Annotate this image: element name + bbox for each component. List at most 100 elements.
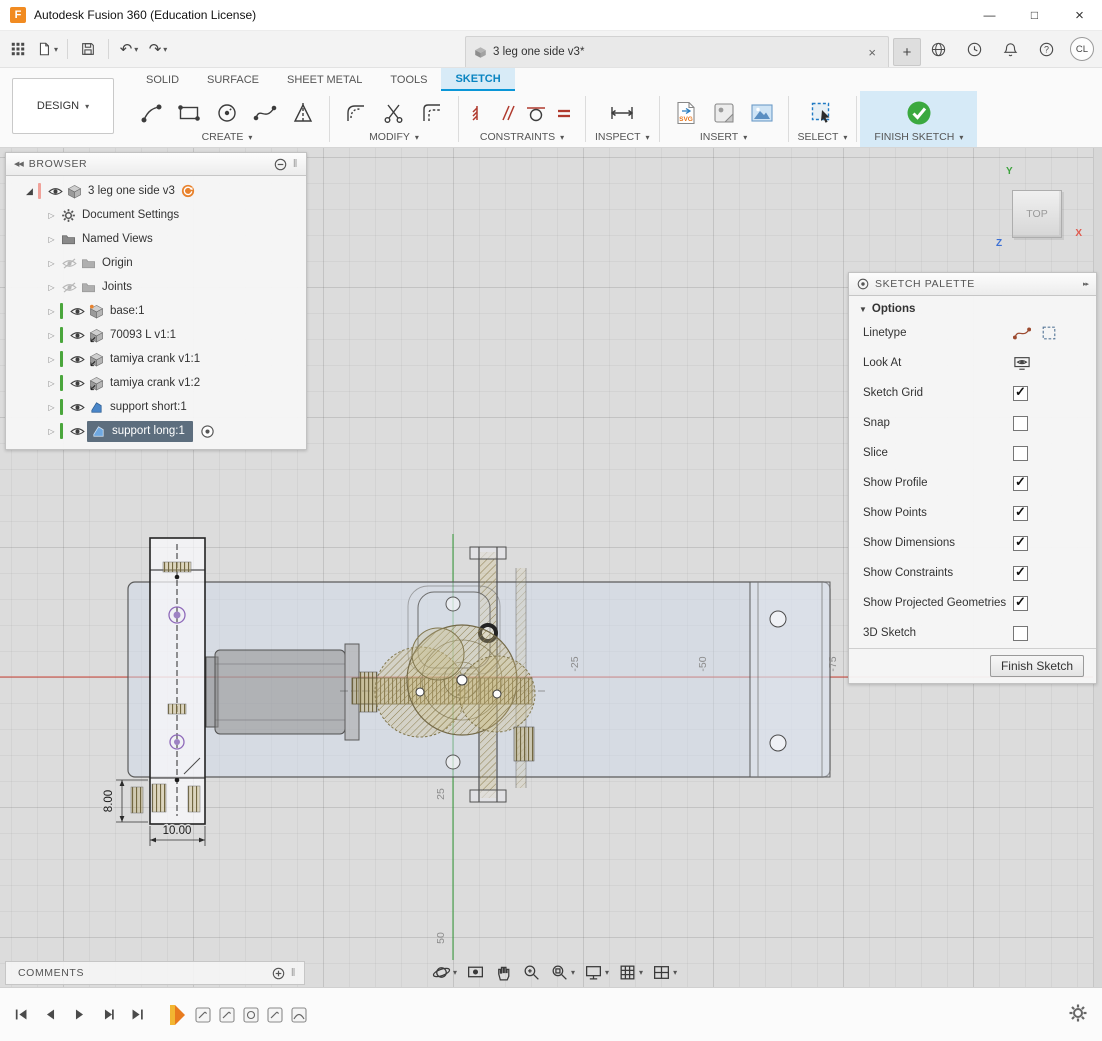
app-grid-menu-icon[interactable] xyxy=(6,36,30,62)
step-forward-icon[interactable] xyxy=(97,1004,119,1026)
expand-arrow-icon[interactable]: ▷ xyxy=(44,427,59,436)
insert-menu[interactable]: INSERT▾ xyxy=(700,131,747,145)
expand-arrow-icon[interactable]: ▷ xyxy=(44,331,59,340)
user-avatar[interactable]: CL xyxy=(1070,37,1094,61)
document-tab[interactable]: 3 leg one side v3* × xyxy=(465,36,889,67)
minimize-button[interactable]: — xyxy=(967,0,1012,30)
show-projected-geometries-checkbox[interactable] xyxy=(1013,596,1028,611)
inspect-menu[interactable]: INSPECT▾ xyxy=(595,131,650,145)
eye-icon[interactable] xyxy=(67,354,87,365)
orbit-icon[interactable]: ▾ xyxy=(432,963,457,982)
file-menu-icon[interactable]: ▾ xyxy=(35,36,59,62)
expand-arrow-icon[interactable]: ▷ xyxy=(44,259,59,268)
linetype-construction-icon[interactable] xyxy=(1041,325,1057,341)
create-line-tool-icon[interactable] xyxy=(134,96,168,130)
browser-item-joints[interactable]: ▷ Joints xyxy=(6,275,306,299)
extensions-globe-icon[interactable] xyxy=(926,36,950,62)
options-section-header[interactable]: ▼ Options xyxy=(849,296,1096,318)
eye-icon[interactable] xyxy=(67,378,87,389)
expand-arrow-icon[interactable]: ▷ xyxy=(44,235,59,244)
finish-sketch-button[interactable]: Finish Sketch xyxy=(990,655,1084,677)
browser-item-base[interactable]: ▷ base:1 xyxy=(6,299,306,323)
model-canvas[interactable]: 8.00 10.00 -25 -50 -75 25 50 Y xyxy=(0,148,1102,987)
slice-checkbox[interactable] xyxy=(1013,446,1028,461)
browser-header[interactable]: ◀◀ BROWSER ‖ xyxy=(6,153,306,176)
expand-arrow-icon[interactable]: ▷ xyxy=(44,283,59,292)
create-spline-tool-icon[interactable] xyxy=(248,96,282,130)
constraint-equal-icon[interactable] xyxy=(552,96,576,130)
create-circle-tool-icon[interactable] xyxy=(210,96,244,130)
constraint-tangent-icon[interactable] xyxy=(524,96,548,130)
select-menu[interactable]: SELECT▾ xyxy=(798,131,848,145)
play-icon[interactable] xyxy=(68,1004,90,1026)
maximize-button[interactable]: □ xyxy=(1012,0,1057,30)
create-rectangle-tool-icon[interactable] xyxy=(172,96,206,130)
go-to-end-icon[interactable] xyxy=(126,1004,148,1026)
browser-item-origin[interactable]: ▷ Origin xyxy=(6,251,306,275)
finish-sketch-check-icon[interactable] xyxy=(902,96,936,130)
timeline-feature-sketch-icon[interactable] xyxy=(218,1006,236,1024)
collapse-left-icon[interactable]: ◀◀ xyxy=(14,160,23,168)
show-dimensions-checkbox[interactable] xyxy=(1013,536,1028,551)
modify-menu[interactable]: MODIFY▾ xyxy=(369,131,419,145)
create-menu[interactable]: CREATE▾ xyxy=(202,131,253,145)
sync-status-badge-icon[interactable] xyxy=(181,184,195,198)
circle-plus-icon[interactable] xyxy=(272,967,285,980)
tab-close-icon[interactable]: × xyxy=(864,45,880,60)
constraint-parallel-icon[interactable] xyxy=(496,96,520,130)
step-back-icon[interactable] xyxy=(39,1004,61,1026)
expand-arrow-icon[interactable]: ▷ xyxy=(44,355,59,364)
tab-tools[interactable]: TOOLS xyxy=(376,68,441,91)
show-points-checkbox[interactable] xyxy=(1013,506,1028,521)
selected-item-highlight[interactable]: support long:1 xyxy=(87,421,193,442)
show-profile-checkbox[interactable] xyxy=(1013,476,1028,491)
linetype-spline-icon[interactable] xyxy=(1013,325,1031,341)
display-settings-icon[interactable]: ▾ xyxy=(584,963,609,982)
insert-svg-tool-icon[interactable]: SVG xyxy=(669,96,703,130)
modify-fillet-tool-icon[interactable] xyxy=(339,96,373,130)
inspect-measure-tool-icon[interactable] xyxy=(605,96,639,130)
tab-sheet-metal[interactable]: SHEET METAL xyxy=(273,68,376,91)
tab-sketch[interactable]: SKETCH xyxy=(441,68,514,91)
insert-canvas-tool-icon[interactable] xyxy=(745,96,779,130)
grid-settings-icon[interactable]: ▾ xyxy=(618,963,643,982)
timeline-feature-sketch-icon[interactable] xyxy=(194,1006,212,1024)
select-tool-icon[interactable] xyxy=(805,96,839,130)
expand-arrow-icon[interactable]: ▷ xyxy=(44,403,59,412)
timeline-feature-sketch-icon[interactable] xyxy=(242,1006,260,1024)
comments-bar[interactable]: COMMENTS ‖ xyxy=(5,961,305,985)
snap-checkbox[interactable] xyxy=(1013,416,1028,431)
viewports-icon[interactable]: ▾ xyxy=(652,963,677,982)
browser-item-support-long[interactable]: ▷ support long:1 xyxy=(6,419,306,443)
timeline-position-marker[interactable] xyxy=(168,1003,188,1027)
pan-hand-icon[interactable] xyxy=(494,963,513,982)
tab-surface[interactable]: SURFACE xyxy=(193,68,273,91)
browser-item-tamiya-1[interactable]: ▷ tamiya crank v1:1 xyxy=(6,347,306,371)
expand-arrow-icon[interactable]: ▷ xyxy=(44,379,59,388)
look-at-icon[interactable] xyxy=(1013,355,1031,371)
browser-item-named-views[interactable]: ▷ Named Views xyxy=(6,227,306,251)
constraints-menu[interactable]: CONSTRAINTS▾ xyxy=(480,131,564,145)
modify-offset-tool-icon[interactable] xyxy=(415,96,449,130)
create-mirror-tool-icon[interactable] xyxy=(286,96,320,130)
motor-body[interactable] xyxy=(215,650,345,734)
go-to-start-icon[interactable] xyxy=(10,1004,32,1026)
circle-minus-icon[interactable] xyxy=(274,158,287,171)
expand-arrow-icon[interactable]: ▷ xyxy=(44,211,59,220)
eye-icon[interactable] xyxy=(67,306,87,317)
help-icon[interactable]: ? xyxy=(1034,36,1058,62)
new-tab-button[interactable]: + xyxy=(893,38,921,66)
eye-icon[interactable] xyxy=(67,330,87,341)
timeline-track[interactable] xyxy=(168,1003,308,1027)
sketch-palette-header[interactable]: SKETCH PALETTE ▸▸ xyxy=(849,273,1096,296)
constraint-vertical-icon[interactable] xyxy=(468,96,492,130)
redo-icon[interactable]: ↷▾ xyxy=(146,36,170,62)
collapse-right-icon[interactable]: ▸▸ xyxy=(1083,280,1088,288)
panel-grip[interactable]: ‖ xyxy=(291,967,296,979)
finish-sketch-menu[interactable]: FINISH SKETCH▾ xyxy=(874,131,963,145)
timeline-feature-sketch-icon[interactable] xyxy=(290,1006,308,1024)
show-constraints-checkbox[interactable] xyxy=(1013,566,1028,581)
eye-icon[interactable] xyxy=(45,186,65,197)
tab-solid[interactable]: SOLID xyxy=(132,68,193,91)
viewcube-top-face[interactable]: TOP xyxy=(1012,190,1062,238)
